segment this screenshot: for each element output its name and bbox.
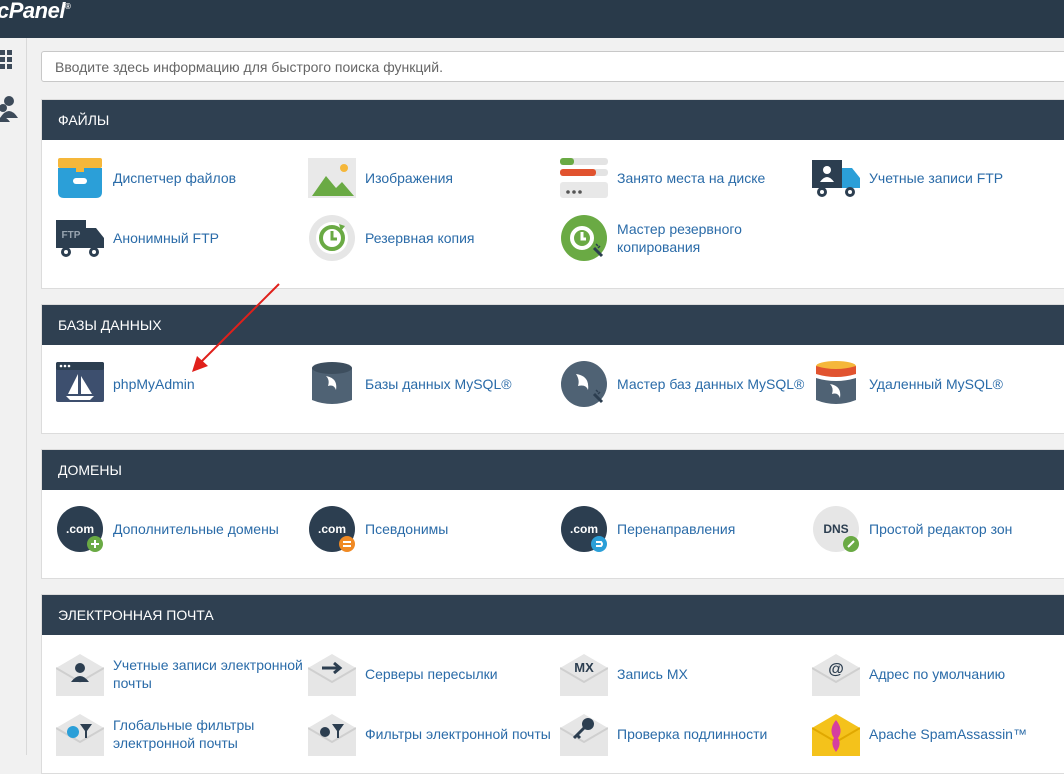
item-authentication[interactable]: Проверка подлинности <box>560 710 807 758</box>
anonymous-ftp-icon-text: FTP <box>62 230 81 241</box>
item-phpmyadmin[interactable]: phpMyAdmin <box>56 360 303 408</box>
item-addon-domains[interactable]: .com Дополнительные домены <box>56 505 303 553</box>
authentication-icon <box>560 714 608 756</box>
remote-mysql-icon <box>816 361 856 404</box>
addon-domains-icon: .com <box>57 506 103 552</box>
email-filters-icon <box>308 714 356 756</box>
item-zone-editor[interactable]: DNS Простой редактор зон <box>812 505 1059 553</box>
section-files: ФАЙЛЫ Диспетчер файлов Изображения Занят… <box>41 99 1064 289</box>
section-email: ЭЛЕКТРОННАЯ ПОЧТА Учетные записи электро… <box>41 594 1064 774</box>
item-mysql-databases[interactable]: Базы данных MySQL® <box>308 360 555 408</box>
forwarders-icon <box>308 654 356 696</box>
mx-record-icon: MX <box>560 654 608 696</box>
grid-icon[interactable] <box>0 48 16 72</box>
item-email-accounts[interactable]: Учетные записи электронной почты <box>56 650 303 698</box>
mysql-wizard-icon <box>561 361 607 407</box>
aliases-icon: .com <box>309 506 355 552</box>
disk-usage-icon <box>560 158 608 198</box>
default-address-icon: @ <box>812 654 860 696</box>
default-address-icon-text: @ <box>828 661 844 678</box>
section-domains: ДОМЕНЫ .com Дополнительные домены .com П… <box>41 449 1064 579</box>
ftp-accounts-icon <box>812 160 860 197</box>
item-file-manager[interactable]: Диспетчер файлов <box>56 154 303 202</box>
sidebar <box>0 38 27 755</box>
item-forwarders[interactable]: Серверы пересылки <box>308 650 555 698</box>
section-title: БАЗЫ ДАННЫХ <box>42 305 1064 345</box>
section-title: ЭЛЕКТРОННАЯ ПОЧТА <box>42 595 1064 635</box>
quick-search-input[interactable] <box>41 51 1064 82</box>
item-mx-record[interactable]: MX Запись MX <box>560 650 807 698</box>
mysql-databases-icon <box>312 362 352 404</box>
backup-wizard-icon <box>561 215 607 261</box>
zone-editor-icon: DNS <box>813 506 859 552</box>
users-icon[interactable] <box>0 94 18 124</box>
aliases-icon-text: .com <box>318 522 346 536</box>
item-images[interactable]: Изображения <box>308 154 555 202</box>
item-spamassassin[interactable]: Apache SpamAssassin™ <box>812 710 1059 758</box>
anonymous-ftp-icon: FTP <box>56 220 104 257</box>
global-filters-icon <box>56 714 104 756</box>
item-remote-mysql[interactable]: Удаленный MySQL® <box>812 360 1059 408</box>
file-manager-icon <box>58 158 102 198</box>
phpmyadmin-icon <box>56 362 104 402</box>
spamassassin-icon <box>812 714 860 756</box>
item-redirects[interactable]: .com Перенаправления <box>560 505 807 553</box>
item-global-filters[interactable]: Глобальные фильтры электронной почты <box>56 710 303 758</box>
item-aliases[interactable]: .com Псевдонимы <box>308 505 555 553</box>
item-disk-usage[interactable]: Занято места на диске <box>560 154 807 202</box>
redirects-icon: .com <box>561 506 607 552</box>
addon-domains-icon-text: .com <box>66 522 94 536</box>
top-bar: cPanel® <box>0 0 1064 38</box>
item-ftp-accounts[interactable]: Учетные записи FTP <box>812 154 1059 202</box>
zone-editor-icon-text: DNS <box>823 522 848 536</box>
item-mysql-wizard[interactable]: Мастер баз данных MySQL® <box>560 360 807 408</box>
mx-record-icon-text: MX <box>574 660 594 675</box>
section-title: ДОМЕНЫ <box>42 450 1064 490</box>
images-icon <box>308 158 356 198</box>
item-default-address[interactable]: @ Адрес по умолчанию <box>812 650 1059 698</box>
cpanel-logo[interactable]: cPanel® <box>0 0 71 24</box>
redirects-icon-text: .com <box>570 522 598 536</box>
item-anonymous-ftp[interactable]: FTP Анонимный FTP <box>56 214 303 262</box>
section-databases: БАЗЫ ДАННЫХ phpMyAdmin Базы данных MySQL… <box>41 304 1064 434</box>
email-accounts-icon <box>56 654 104 696</box>
item-backup[interactable]: Резервная копия <box>308 214 555 262</box>
item-email-filters[interactable]: Фильтры электронной почты <box>308 710 555 758</box>
section-title: ФАЙЛЫ <box>42 100 1064 140</box>
backup-icon <box>309 215 355 261</box>
item-backup-wizard[interactable]: Мастер резервного копирования <box>560 214 807 262</box>
